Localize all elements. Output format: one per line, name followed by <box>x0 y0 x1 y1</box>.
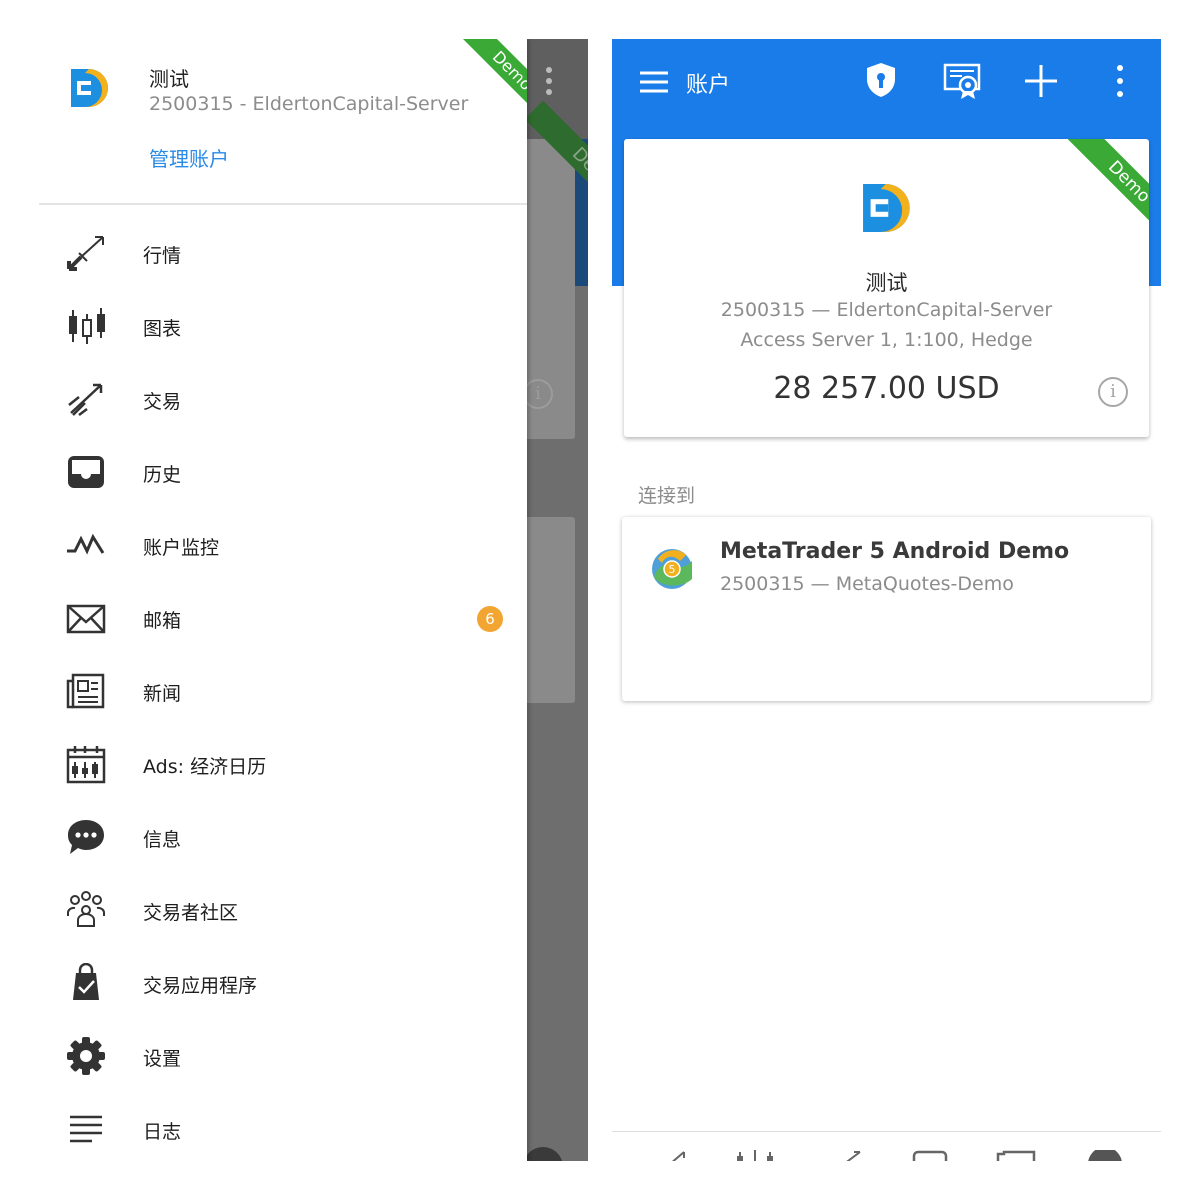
candlestick-icon <box>69 308 105 344</box>
background-info-icon: i <box>523 379 553 409</box>
left-phone-screen: Demo i 测试 2500315 - EldertonCapital-Serv… <box>39 39 588 1161</box>
nav-charts-icon[interactable] <box>736 1150 774 1161</box>
nav-messages-icon[interactable] <box>1086 1150 1124 1161</box>
manage-accounts-link[interactable]: 管理账户 <box>149 143 229 172</box>
trade-icon <box>68 383 103 416</box>
account-details: Access Server 1, 1:100, Hedge <box>740 329 1033 351</box>
menu-label-mailbox: 邮箱 <box>143 610 182 632</box>
demo-ribbon: Demo <box>1066 139 1149 245</box>
menu-item-news[interactable]: 新闻 <box>39 661 527 721</box>
server-account: 2500315 — MetaQuotes-Demo <box>720 573 1014 595</box>
menu-label-news: 新闻 <box>143 683 182 705</box>
metatrader-logo-icon: 5 <box>652 549 692 589</box>
nav-trade-icon[interactable] <box>840 1150 864 1161</box>
menu-item-quotes[interactable]: 行情 <box>39 223 527 283</box>
drawer-account-name: 测试 <box>149 67 189 91</box>
menu-label-messages: 信息 <box>143 829 182 851</box>
account-server: 2500315 — EldertonCapital-Server <box>720 299 1053 321</box>
hamburger-menu-icon[interactable] <box>638 67 670 97</box>
nav-news-icon[interactable] <box>996 1150 1036 1161</box>
server-name: MetaTrader 5 Android Demo <box>720 539 1070 564</box>
menu-label-monitoring: 账户监控 <box>143 537 220 559</box>
navigation-drawer: 测试 2500315 - EldertonCapital-Server 管理账户… <box>39 39 527 1161</box>
menu-item-traders-community[interactable]: 交易者社区 <box>39 880 527 940</box>
menu-item-settings[interactable]: 设置 <box>39 1026 527 1086</box>
demo-ribbon: Demo <box>450 39 527 133</box>
drawer-account-number: 2500315 - EldertonCapital-Server <box>149 93 469 115</box>
community-icon <box>67 891 105 927</box>
connected-server-card[interactable]: 5 MetaTrader 5 Android Demo 2500315 — Me… <box>622 517 1151 701</box>
bottom-navigation <box>612 1131 1161 1161</box>
calendar-icon <box>66 746 106 784</box>
nav-quotes-icon[interactable] <box>666 1150 690 1161</box>
screenshot-root: Demo i 测试 2500315 - EldertonCapital-Serv… <box>0 0 1200 1200</box>
add-account-icon[interactable] <box>1022 61 1060 101</box>
menu-label-quotes: 行情 <box>143 245 182 267</box>
broker-logo-icon <box>863 184 910 232</box>
drawer-header: 测试 2500315 - EldertonCapital-Server 管理账户… <box>39 39 527 205</box>
broker-logo-icon <box>71 69 108 107</box>
menu-item-trade[interactable]: 交易 <box>39 369 527 429</box>
nav-history-icon[interactable] <box>912 1150 948 1161</box>
menu-label-journal: 日志 <box>143 1121 182 1143</box>
menu-label-trading-apps: 交易应用程序 <box>143 975 258 997</box>
more-options-icon[interactable] <box>1110 63 1130 99</box>
menu-item-journal[interactable]: 日志 <box>39 1099 527 1159</box>
menu-label-settings: 设置 <box>143 1048 182 1070</box>
monitoring-icon <box>67 533 105 555</box>
svg-text:5: 5 <box>669 563 676 576</box>
mail-icon <box>66 604 106 634</box>
account-balance: 28 257.00 USD <box>773 371 1000 406</box>
menu-item-mailbox[interactable]: 邮箱 6 <box>39 588 527 648</box>
shield-lock-icon[interactable] <box>864 61 898 99</box>
menu-item-monitoring[interactable]: 账户监控 <box>39 515 527 575</box>
background-more-icon <box>539 65 559 99</box>
chat-icon <box>68 820 104 854</box>
background-server-card <box>519 517 575 703</box>
menu-label-charts: 图表 <box>143 318 182 340</box>
certificate-icon[interactable] <box>942 61 982 101</box>
menu-label-economic-calendar: Ads: 经济日历 <box>143 756 267 778</box>
mail-count-badge: 6 <box>477 606 503 632</box>
connected-to-label: 连接到 <box>638 485 696 507</box>
menu-label-traders-community: 交易者社区 <box>143 902 239 924</box>
page-title: 账户 <box>686 73 731 98</box>
menu-label-trade: 交易 <box>143 391 182 413</box>
menu-item-trading-apps[interactable]: 交易应用程序 <box>39 953 527 1013</box>
inbox-history-icon <box>68 456 104 488</box>
menu-item-messages[interactable]: 信息 <box>39 807 527 867</box>
menu-item-economic-calendar[interactable]: Ads: 经济日历 <box>39 734 527 794</box>
gear-icon <box>67 1037 105 1075</box>
account-card[interactable]: Demo 测试 2500315 — EldertonCapital-Server… <box>624 139 1149 437</box>
account-name: 测试 <box>865 271 908 295</box>
journal-icon <box>70 1115 102 1143</box>
menu-item-history[interactable]: 历史 <box>39 442 527 502</box>
background-nav-icon <box>523 1147 563 1161</box>
quotes-arrows-icon <box>67 236 104 271</box>
shopping-bag-icon <box>73 963 99 1000</box>
menu-label-history: 历史 <box>143 464 182 486</box>
news-icon <box>66 673 105 709</box>
info-icon[interactable]: i <box>1098 377 1128 407</box>
menu-item-charts[interactable]: 图表 <box>39 296 527 356</box>
right-phone-screen: 账户 Demo 测试 2500315 — EldertonCapital-Ser… <box>612 39 1161 1161</box>
